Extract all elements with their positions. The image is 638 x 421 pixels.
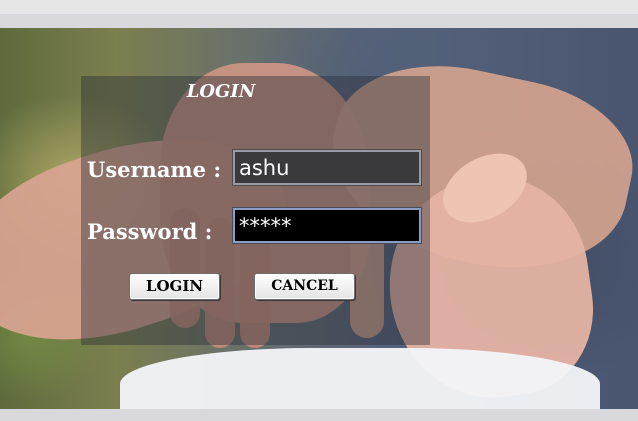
cancel-button[interactable]: CANCEL	[254, 273, 355, 300]
username-label: Username :	[87, 157, 222, 182]
password-input[interactable]: *****	[232, 207, 422, 244]
password-label: Password :	[87, 219, 213, 244]
login-title: LOGIN	[186, 81, 256, 102]
username-input[interactable]: ashu	[232, 149, 422, 186]
login-button[interactable]: LOGIN	[129, 273, 220, 300]
top-bar	[0, 0, 638, 14]
background-photo-holding-hands: LOGIN Username : ashu Password : ***** L…	[0, 28, 638, 409]
login-panel: LOGIN Username : ashu Password : ***** L…	[81, 76, 430, 345]
sleeve-shape	[120, 348, 600, 409]
top-divider	[0, 14, 638, 28]
bottom-bar	[0, 409, 638, 421]
